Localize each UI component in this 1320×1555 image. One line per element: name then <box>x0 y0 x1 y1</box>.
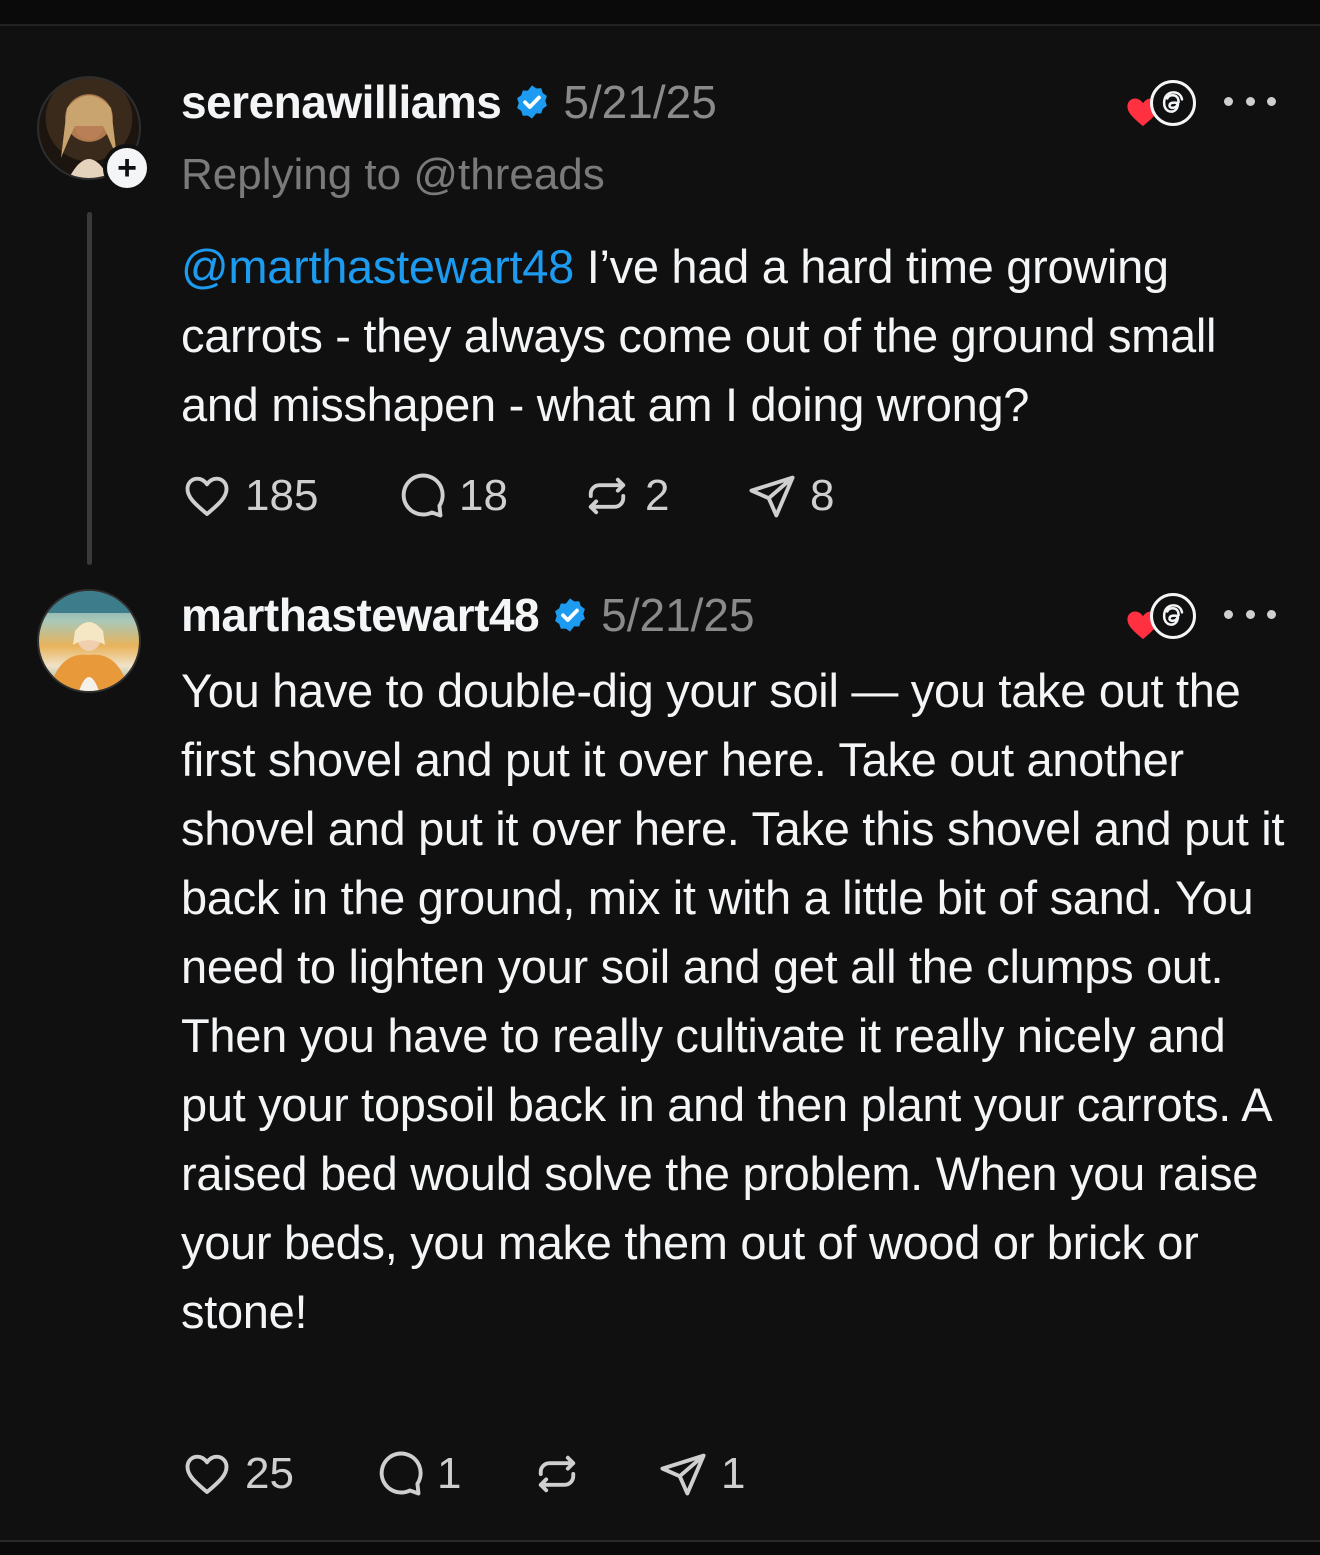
repost-button[interactable]: 2 <box>581 470 746 522</box>
verified-badge-icon <box>517 85 548 119</box>
post-header: marthastewart48 5/21/25 <box>181 587 755 643</box>
share-count: 1 <box>721 1449 746 1498</box>
mention-link[interactable]: @marthastewart48 <box>181 240 574 293</box>
post-body: You have to double-dig your soil — you t… <box>181 664 1285 1338</box>
reply-count: 18 <box>459 471 508 520</box>
activity-badge <box>1126 589 1206 645</box>
avatar-marthastewart48[interactable] <box>37 589 141 693</box>
comment-icon <box>401 473 445 518</box>
send-icon <box>749 475 795 518</box>
post-body: @marthastewart48 I’ve had a hard time gr… <box>181 232 1291 439</box>
more-options-button[interactable] <box>1224 604 1276 624</box>
like-count: 25 <box>245 1449 294 1498</box>
like-button[interactable]: 185 <box>181 470 395 522</box>
share-button[interactable]: 8 <box>746 470 834 522</box>
follow-plus-icon[interactable]: + <box>103 144 151 192</box>
threads-logo-icon <box>1150 593 1196 639</box>
activity-badge <box>1126 76 1206 132</box>
threads-logo-icon <box>1150 80 1196 126</box>
send-icon <box>660 1453 706 1496</box>
repost-icon <box>538 1455 576 1493</box>
post-header: serenawilliams 5/21/25 <box>181 74 717 130</box>
heart-outline-icon <box>185 476 229 516</box>
avatar-photo-icon <box>39 591 139 691</box>
verified-badge-icon <box>555 598 586 632</box>
reply-button[interactable]: 18 <box>395 470 581 522</box>
share-count: 8 <box>810 471 835 520</box>
repost-icon <box>588 477 626 515</box>
share-button[interactable]: 1 <box>657 1448 745 1500</box>
more-horizontal-icon <box>1224 609 1233 619</box>
more-horizontal-icon <box>1224 96 1233 106</box>
reply-button[interactable]: 1 <box>373 1448 531 1500</box>
post-actions: 185 18 2 8 <box>181 469 834 523</box>
repost-count: 2 <box>645 471 670 520</box>
post-date: 5/21/25 <box>563 76 717 128</box>
post-date: 5/21/25 <box>601 589 755 641</box>
more-options-button[interactable] <box>1224 91 1276 111</box>
post-actions: 25 1 1 <box>181 1447 745 1501</box>
like-button[interactable]: 25 <box>181 1448 373 1500</box>
username[interactable]: serenawilliams <box>181 75 502 129</box>
thread-connector-line <box>87 212 92 565</box>
heart-outline-icon <box>185 1454 229 1494</box>
username[interactable]: marthastewart48 <box>181 588 540 642</box>
replying-to[interactable]: Replying to @threads <box>181 150 605 200</box>
like-count: 185 <box>245 471 319 520</box>
repost-button[interactable] <box>531 1448 657 1500</box>
comment-icon <box>379 1451 423 1496</box>
bottom-divider <box>0 1540 1320 1542</box>
reply-count: 1 <box>437 1449 462 1498</box>
